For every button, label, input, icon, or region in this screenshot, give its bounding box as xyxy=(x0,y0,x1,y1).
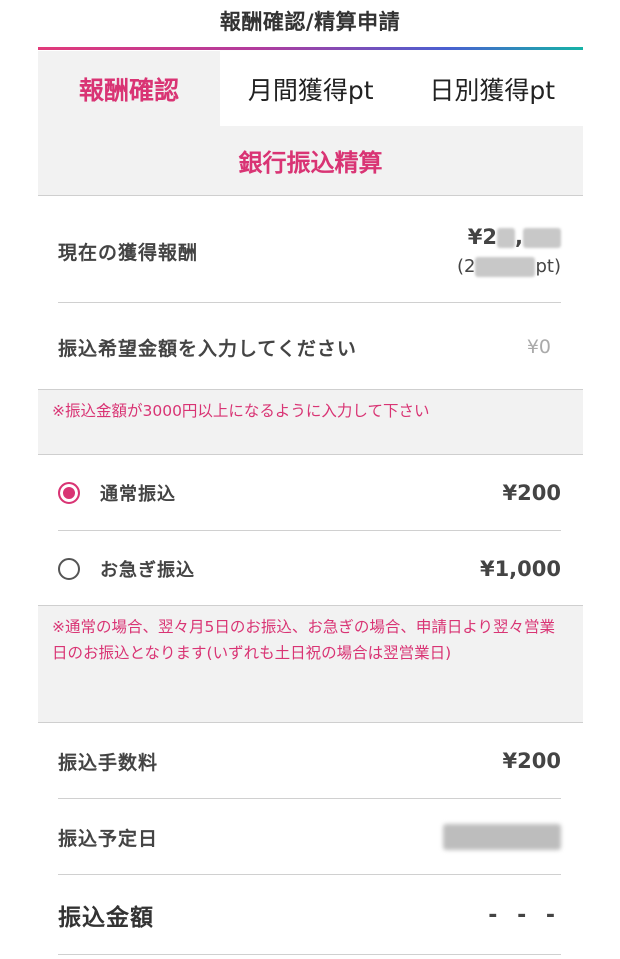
reward-amount-prefix: ¥2 xyxy=(467,224,498,249)
page-title: 報酬確認/精算申請 xyxy=(219,10,401,34)
reward-label: 現在の獲得報酬 xyxy=(58,241,199,264)
radio-express-transfer[interactable] xyxy=(58,558,80,580)
tab-daily-points[interactable]: 日別獲得pt xyxy=(401,51,583,126)
tab-monthly-points[interactable]: 月間獲得pt xyxy=(220,51,402,126)
divider xyxy=(58,798,561,799)
redacted-digits xyxy=(475,257,536,278)
app-header: 報酬確認/精算申請 xyxy=(0,0,620,48)
divider xyxy=(58,302,561,303)
redacted-date xyxy=(443,824,561,850)
transfer-amount-input[interactable]: ¥0 xyxy=(527,336,551,358)
reward-pt-prefix: (2 xyxy=(457,256,476,278)
reward-amount-separator: , xyxy=(515,224,523,249)
minimum-amount-notice: ※振込金額が3000円以上になるように入力して下さい xyxy=(38,390,583,454)
reward-value: ¥2, (2 pt) xyxy=(457,222,561,281)
option-fee: ¥200 xyxy=(502,481,561,505)
redacted-digits xyxy=(523,227,561,248)
reward-pt-suffix: pt) xyxy=(535,256,561,278)
total-value: - - - xyxy=(488,902,561,928)
header-accent-line xyxy=(38,47,583,50)
fee-value: ¥200 xyxy=(502,749,561,773)
option-fee: ¥1,000 xyxy=(479,557,561,581)
divider xyxy=(38,722,583,723)
divider xyxy=(38,454,583,455)
total-label: 振込金額 xyxy=(58,905,154,931)
option-label: 通常振込 xyxy=(100,484,176,505)
transfer-amount-row[interactable]: 振込希望金額を入力してください ¥0 xyxy=(58,318,561,376)
transfer-amount-label: 振込希望金額を入力してください xyxy=(58,337,357,360)
option-normal-transfer[interactable]: 通常振込 ¥200 xyxy=(58,464,561,522)
tab-bar: 報酬確認 月間獲得pt 日別獲得pt xyxy=(38,51,583,126)
option-label: お急ぎ振込 xyxy=(100,560,195,581)
total-row: 振込金額 - - - xyxy=(58,884,561,946)
option-express-transfer[interactable]: お急ぎ振込 ¥1,000 xyxy=(58,540,561,598)
fee-label: 振込手数料 xyxy=(58,751,159,774)
section-title: 銀行振込精算 xyxy=(38,126,583,196)
divider xyxy=(58,874,561,875)
scheduled-date-label: 振込予定日 xyxy=(58,827,159,850)
divider xyxy=(58,530,561,531)
transfer-schedule-notice: ※通常の場合、翌々月5日のお振込、お急ぎの場合、申請日より翌々営業日のお振込とな… xyxy=(38,606,583,722)
reward-row: 現在の獲得報酬 ¥2, (2 pt) xyxy=(58,210,561,292)
tab-reward-confirm[interactable]: 報酬確認 xyxy=(38,51,220,126)
redacted-digits xyxy=(497,227,516,248)
divider xyxy=(58,954,561,955)
fee-row: 振込手数料 ¥200 xyxy=(58,732,561,790)
scheduled-date-row: 振込予定日 xyxy=(58,808,561,866)
radio-normal-transfer[interactable] xyxy=(58,482,80,504)
